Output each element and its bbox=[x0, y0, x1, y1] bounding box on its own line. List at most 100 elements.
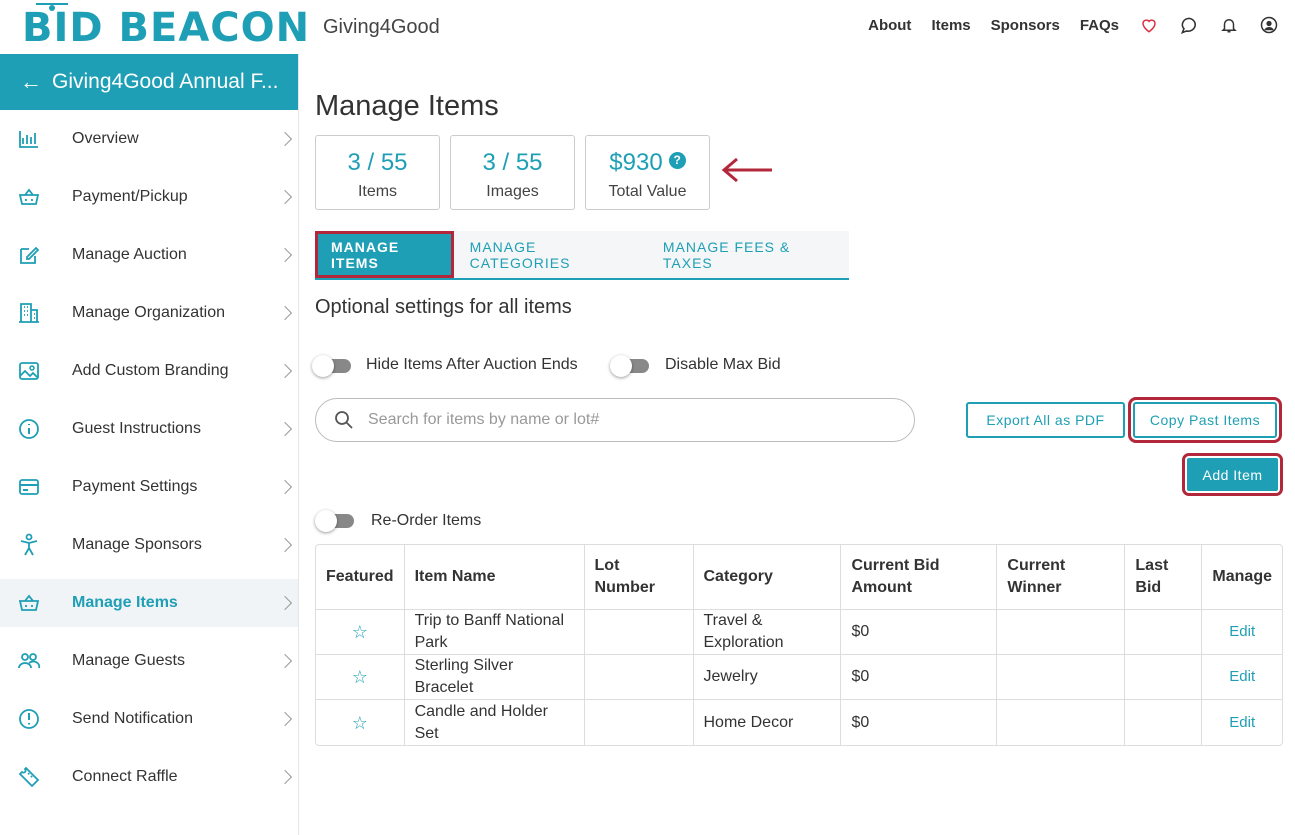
col-current-winner: Current Winner bbox=[997, 545, 1126, 610]
sidebar-item-label: Guest Instructions bbox=[72, 420, 201, 437]
add-item-button[interactable]: Add Item bbox=[1182, 453, 1283, 496]
export-pdf-button[interactable]: Export All as PDF bbox=[966, 402, 1125, 438]
chevron-right-icon bbox=[277, 711, 293, 727]
nav-about[interactable]: About bbox=[868, 17, 911, 34]
table-row: ☆ Candle and Holder Set Home Decor $0 Ed… bbox=[316, 700, 1282, 745]
edit-link[interactable]: Edit bbox=[1202, 655, 1282, 700]
ticket-icon bbox=[17, 765, 41, 789]
edit-link[interactable]: Edit bbox=[1202, 700, 1282, 745]
col-featured: Featured bbox=[316, 545, 405, 610]
hide-items-toggle[interactable] bbox=[312, 355, 351, 377]
chat-icon[interactable] bbox=[1179, 15, 1199, 35]
help-icon[interactable]: ? bbox=[668, 152, 686, 169]
table-row: ☆ Trip to Banff National Park Travel & E… bbox=[316, 610, 1282, 655]
nav-sponsors[interactable]: Sponsors bbox=[991, 17, 1060, 34]
sidebar-item-send-notification[interactable]: Send Notification bbox=[0, 690, 298, 748]
hide-items-label: Hide Items After Auction Ends bbox=[366, 356, 578, 373]
chevron-right-icon bbox=[277, 247, 293, 263]
heart-icon[interactable] bbox=[1139, 15, 1159, 35]
info-icon bbox=[17, 417, 41, 441]
image-icon bbox=[17, 359, 41, 383]
current-winner bbox=[997, 610, 1126, 655]
category: Travel & Exploration bbox=[693, 610, 842, 655]
sidebar-item-label: Manage Items bbox=[72, 594, 178, 611]
chevron-right-icon bbox=[277, 421, 293, 437]
top-bar: BID BEACON Giving4Good About Items Spons… bbox=[0, 0, 1295, 54]
chevron-right-icon bbox=[277, 537, 293, 553]
sidebar-item-manage-items[interactable]: Manage Items bbox=[0, 579, 298, 627]
tab-manage-categories[interactable]: MANAGE CATEGORIES bbox=[454, 231, 647, 278]
last-bid bbox=[1125, 655, 1203, 700]
sidebar-item-label: Send Notification bbox=[72, 710, 193, 727]
lot-number bbox=[585, 700, 694, 745]
bell-icon[interactable] bbox=[1219, 15, 1239, 35]
sidebar-item-manage-organization[interactable]: Manage Organization bbox=[0, 284, 298, 342]
disable-max-bid-toggle[interactable] bbox=[610, 355, 649, 377]
sidebar-item-manage-auction[interactable]: Manage Auction bbox=[0, 226, 298, 284]
credit-card-icon bbox=[17, 475, 41, 499]
chevron-right-icon bbox=[277, 189, 293, 205]
star-icon[interactable]: ☆ bbox=[316, 700, 405, 745]
sidebar-item-payment-pickup[interactable]: Payment/Pickup bbox=[0, 168, 298, 226]
event-title: Giving4Good Annual F... bbox=[52, 70, 279, 93]
search-input[interactable] bbox=[368, 411, 868, 429]
sidebar-item-label: Connect Raffle bbox=[72, 768, 178, 785]
section-title: Optional settings for all items bbox=[315, 296, 572, 318]
users-icon bbox=[17, 649, 41, 673]
stat-value: $930 bbox=[609, 149, 663, 176]
category: Home Decor bbox=[694, 700, 842, 745]
stat-value: 3 / 55 bbox=[482, 149, 543, 176]
sidebar-item-label: Overview bbox=[72, 130, 139, 147]
sidebar-item-manage-sponsors[interactable]: Manage Sponsors bbox=[0, 516, 298, 574]
sidebar: ← Giving4Good Annual F... Overview Payme… bbox=[0, 54, 299, 835]
item-name: Candle and Holder Set bbox=[405, 700, 585, 745]
bid-beacon-logo[interactable]: BID BEACON bbox=[22, 2, 309, 50]
current-bid: $0 bbox=[841, 700, 998, 745]
sidebar-item-payment-settings[interactable]: Payment Settings bbox=[0, 458, 298, 516]
item-name: Trip to Banff National Park bbox=[404, 610, 585, 655]
sidebar-item-manage-guests[interactable]: Manage Guests bbox=[0, 632, 298, 690]
disable-max-bid-label: Disable Max Bid bbox=[665, 356, 781, 373]
star-icon[interactable]: ☆ bbox=[316, 655, 405, 700]
last-bid bbox=[1125, 700, 1203, 745]
nav-items[interactable]: Items bbox=[931, 17, 970, 34]
nav-faqs[interactable]: FAQs bbox=[1080, 17, 1119, 34]
edit-link[interactable]: Edit bbox=[1202, 610, 1282, 655]
org-name: Giving4Good bbox=[323, 16, 440, 38]
reorder-items-label: Re-Order Items bbox=[371, 512, 482, 529]
sidebar-item-label: Manage Auction bbox=[72, 246, 187, 263]
category: Jewelry bbox=[693, 655, 842, 700]
col-item-name: Item Name bbox=[404, 545, 585, 610]
basket-icon bbox=[17, 591, 41, 615]
search-bar bbox=[315, 398, 915, 442]
sidebar-item-label: Manage Sponsors bbox=[72, 536, 202, 553]
user-icon[interactable] bbox=[1259, 15, 1279, 35]
stat-items: 3 / 55 Items bbox=[315, 135, 440, 210]
chevron-right-icon bbox=[277, 595, 293, 611]
back-arrow-icon[interactable]: ← bbox=[20, 69, 42, 95]
alert-icon bbox=[17, 707, 41, 731]
sidebar-item-label: Add Custom Branding bbox=[72, 362, 229, 379]
chevron-right-icon bbox=[277, 769, 293, 785]
stat-label: Items bbox=[357, 183, 398, 200]
tab-manage-fees-taxes[interactable]: MANAGE FEES & TAXES bbox=[647, 231, 849, 278]
col-current-bid: Current Bid Amount bbox=[841, 545, 998, 610]
tab-manage-items[interactable]: MANAGE ITEMS bbox=[315, 231, 454, 278]
star-icon[interactable]: ☆ bbox=[316, 610, 405, 655]
current-winner bbox=[997, 655, 1126, 700]
table-row: ☆ Sterling Silver Bracelet Jewelry $0 Ed… bbox=[316, 655, 1282, 700]
reorder-items-toggle[interactable] bbox=[315, 510, 354, 532]
sidebar-item-label: Manage Organization bbox=[72, 304, 225, 321]
sidebar-item-guest-instructions[interactable]: Guest Instructions bbox=[0, 400, 298, 458]
sidebar-item-connect-raffle[interactable]: Connect Raffle bbox=[0, 748, 298, 806]
stat-total-value: $930? Total Value bbox=[585, 135, 710, 210]
basket-icon bbox=[17, 185, 41, 209]
chevron-right-icon bbox=[277, 653, 293, 669]
sidebar-item-overview[interactable]: Overview bbox=[0, 110, 298, 168]
current-bid: $0 bbox=[841, 610, 998, 655]
sidebar-item-custom-branding[interactable]: Add Custom Branding bbox=[0, 342, 298, 400]
annotation-arrow-icon bbox=[721, 157, 772, 183]
copy-past-items-button[interactable]: Copy Past Items bbox=[1128, 397, 1282, 443]
sidebar-header[interactable]: ← Giving4Good Annual F... bbox=[0, 54, 298, 110]
last-bid bbox=[1125, 610, 1203, 655]
